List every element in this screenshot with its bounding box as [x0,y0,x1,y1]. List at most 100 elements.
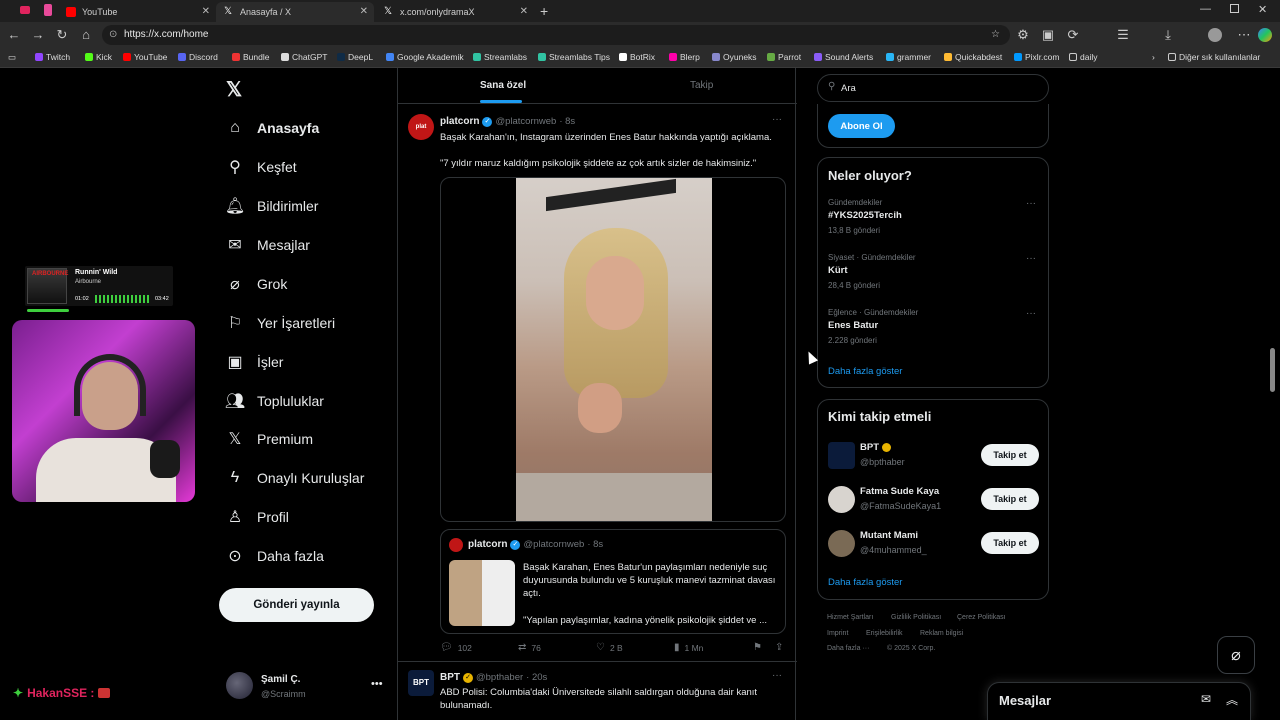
bookmark-button[interactable]: ⚑ [753,642,762,653]
tab-home[interactable]: 𝕏 Anasayfa / X ✕ [216,2,374,22]
nav-item-profil[interactable]: ♙ Profil [226,505,289,529]
x-logo-icon[interactable]: 𝕏 [226,77,242,102]
bookmark-youtube[interactable]: YouTube [123,52,167,62]
tab-following[interactable]: Takip [690,80,713,91]
quoted-tweet[interactable]: platcorn ✓ @platcornweb · 8s Başak Karah… [440,529,786,634]
nav-item-yer-i̇şaretleri[interactable]: ⚐ Yer İşaretleri [226,311,335,335]
tweet-author-handle[interactable]: @bpthaber [476,672,523,683]
nav-item-i̇şler[interactable]: ▣ İşler [226,350,283,374]
extension-icon[interactable]: ⟳ [1065,27,1081,43]
tab-for-you[interactable]: Sana özel [480,80,526,91]
bookmark-botrix[interactable]: BotRix [619,52,655,62]
close-window-button[interactable]: ✕ [1258,3,1267,16]
maximize-button[interactable] [1230,4,1239,13]
bookmark-other-folder[interactable]: Diğer sık kullanılanlar [1168,52,1260,62]
close-icon[interactable]: ✕ [360,6,368,17]
forward-icon[interactable]: → [30,27,46,42]
trend-item[interactable]: Siyaset · Gündemdekiler Kürt 28,4 B gönder… [828,253,1038,290]
bookmark-oyuneks[interactable]: Oyuneks [712,52,757,62]
bookmark-twitch[interactable]: Twitch [35,52,70,62]
site-info-icon[interactable]: ⊙ [109,25,117,45]
follow-suggestion[interactable]: BPT @bpthaber Takip et [828,441,1040,473]
more-icon[interactable]: ··· [1026,253,1036,264]
trend-item[interactable]: Eğlence · Gündemdekiler Enes Batur 2.228 g… [828,308,1038,345]
more-icon[interactable]: ··· [772,670,782,681]
follow-button[interactable]: Takip et [981,444,1039,466]
account-switcher[interactable]: Şamil Ç. @Scraimm ••• [226,672,386,702]
trends-show-more[interactable]: Daha fazla göster [828,366,902,377]
minimize-button[interactable]: — [1200,3,1211,15]
new-message-icon[interactable]: ✉ [1201,692,1211,706]
tweet-time[interactable]: · 20s [526,672,547,683]
nav-item-mesajlar[interactable]: ✉ Mesajlar [226,233,310,257]
avatar[interactable] [828,442,855,469]
bookmark-google-akademik[interactable]: Google Akademik [386,52,464,62]
download-icon[interactable]: ⤓ [1160,27,1176,43]
avatar[interactable] [828,530,855,557]
nav-item-premium[interactable]: 𝕏 Premium [226,427,313,451]
search-input[interactable]: ⚲ Ara [817,74,1049,102]
follow-suggestion[interactable]: Mutant Mami @4muhammed_ Takip et [828,529,1040,561]
views-button[interactable]: ▮ 1 Mn [674,642,703,653]
more-icon[interactable]: ··· [1026,198,1036,209]
retweet-button[interactable]: ⇄ 76 [518,642,541,653]
page-scrollbar[interactable] [1270,348,1275,392]
more-icon[interactable]: ••• [371,678,383,690]
follow-button[interactable]: Takip et [981,532,1039,554]
more-icon[interactable]: ··· [1026,308,1036,319]
nav-item-daha-fazla[interactable]: ⊙ Daha fazla [226,544,324,568]
nav-item-topluluklar[interactable]: 👥︎ Topluluklar [225,389,324,413]
avatar[interactable]: plat [408,114,434,140]
trend-item[interactable]: Gündemdekiler #YKS2025Tercih 13,8 B gönder… [828,198,1038,235]
bookmark-bundle[interactable]: Bundle [232,52,269,62]
favorites-icon[interactable]: ☰ [1115,27,1131,43]
nav-item-anasayfa[interactable]: ⌂ Anasayfa [226,116,319,140]
avatar[interactable]: BPT [408,670,434,696]
tab-onlydrama[interactable]: 𝕏 x.com/onlydramaX ✕ [376,2,534,22]
tweet-time[interactable]: · 8s [559,116,575,127]
bookmark-chatgpt[interactable]: ChatGPT [281,52,327,62]
footer-link[interactable]: Daha fazla ··· [827,645,869,652]
bookmark-deepl[interactable]: DeepL [337,52,373,62]
bookmarks-icon[interactable]: ▭ [8,52,16,63]
footer-link[interactable]: Hizmet Şartları [827,614,873,621]
tweet[interactable]: plat platcorn ✓ @platcornweb · 8s ··· Ba… [398,104,797,660]
like-button[interactable]: ♡ 2 B [596,642,623,653]
nav-item-bildirimler[interactable]: 🔔︎ Bildirimler [225,194,319,218]
post-button[interactable]: Gönderi yayınla [219,588,374,622]
tweet-video[interactable] [440,177,786,522]
footer-link[interactable]: Imprint [827,630,848,637]
tweet-author-name[interactable]: BPT [440,672,460,683]
bookmark-discord[interactable]: Discord [178,52,218,62]
expand-icon[interactable]: ︽ [1226,691,1238,708]
reload-icon[interactable]: ↻ [54,27,70,43]
home-icon[interactable]: ⌂ [78,27,94,42]
messages-drawer[interactable]: Mesajlar ✉ ︽ [987,682,1251,720]
close-icon[interactable]: ✕ [520,6,528,17]
url-field[interactable]: ⊙ https://x.com/home ☆ [102,25,1010,45]
extension-icon[interactable]: ▣ [1040,27,1056,43]
follow-show-more[interactable]: Daha fazla göster [828,577,902,588]
tweet-author-name[interactable]: platcorn [440,116,479,127]
bookmark-blerp[interactable]: Blerp [669,52,700,62]
subscribe-button[interactable]: Abone Ol [828,114,895,138]
grok-fab[interactable]: ⌀ [1217,636,1255,674]
bookmark-grammer[interactable]: grammer [886,52,931,62]
bookmark-sound-alerts[interactable]: Sound Alerts [814,52,873,62]
nav-item-onaylı-kuruluşlar[interactable]: ϟ Onaylı Kuruluşlar [226,466,365,490]
footer-link[interactable]: Reklam bilgisi [920,630,963,637]
bookmark-parrot[interactable]: Parrot [767,52,801,62]
browser-menu-icon[interactable] [20,6,30,14]
tweet[interactable]: BPT BPT ✓ @bpthaber · 20s ··· ABD Polisi… [398,662,797,720]
follow-suggestion[interactable]: Fatma Sude Kaya @FatmaSudeKaya1 Takip et [828,485,1040,517]
tab-youtube[interactable]: YouTube ✕ [58,2,216,22]
nav-item-grok[interactable]: ⌀ Grok [226,272,287,296]
footer-link[interactable]: Gizlilik Politikası [891,614,941,621]
more-icon[interactable]: ··· [772,114,782,125]
back-icon[interactable]: ← [6,27,22,42]
share-button[interactable]: ⇪ [775,642,783,653]
bookmark-daily[interactable]: daily [1069,52,1097,62]
avatar[interactable] [828,486,855,513]
bookmark-quickabdest[interactable]: Quickabdest [944,52,1002,62]
pinned-tab-icon[interactable] [44,4,52,16]
